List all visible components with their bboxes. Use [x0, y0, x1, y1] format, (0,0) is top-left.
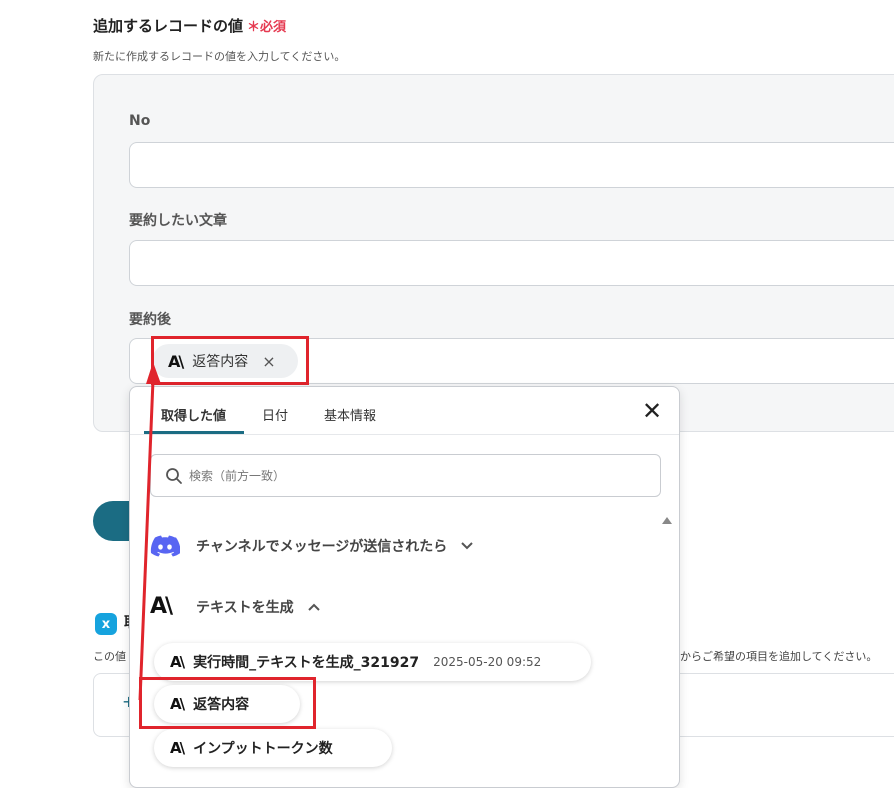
- annotation-arrow: [138, 362, 161, 701]
